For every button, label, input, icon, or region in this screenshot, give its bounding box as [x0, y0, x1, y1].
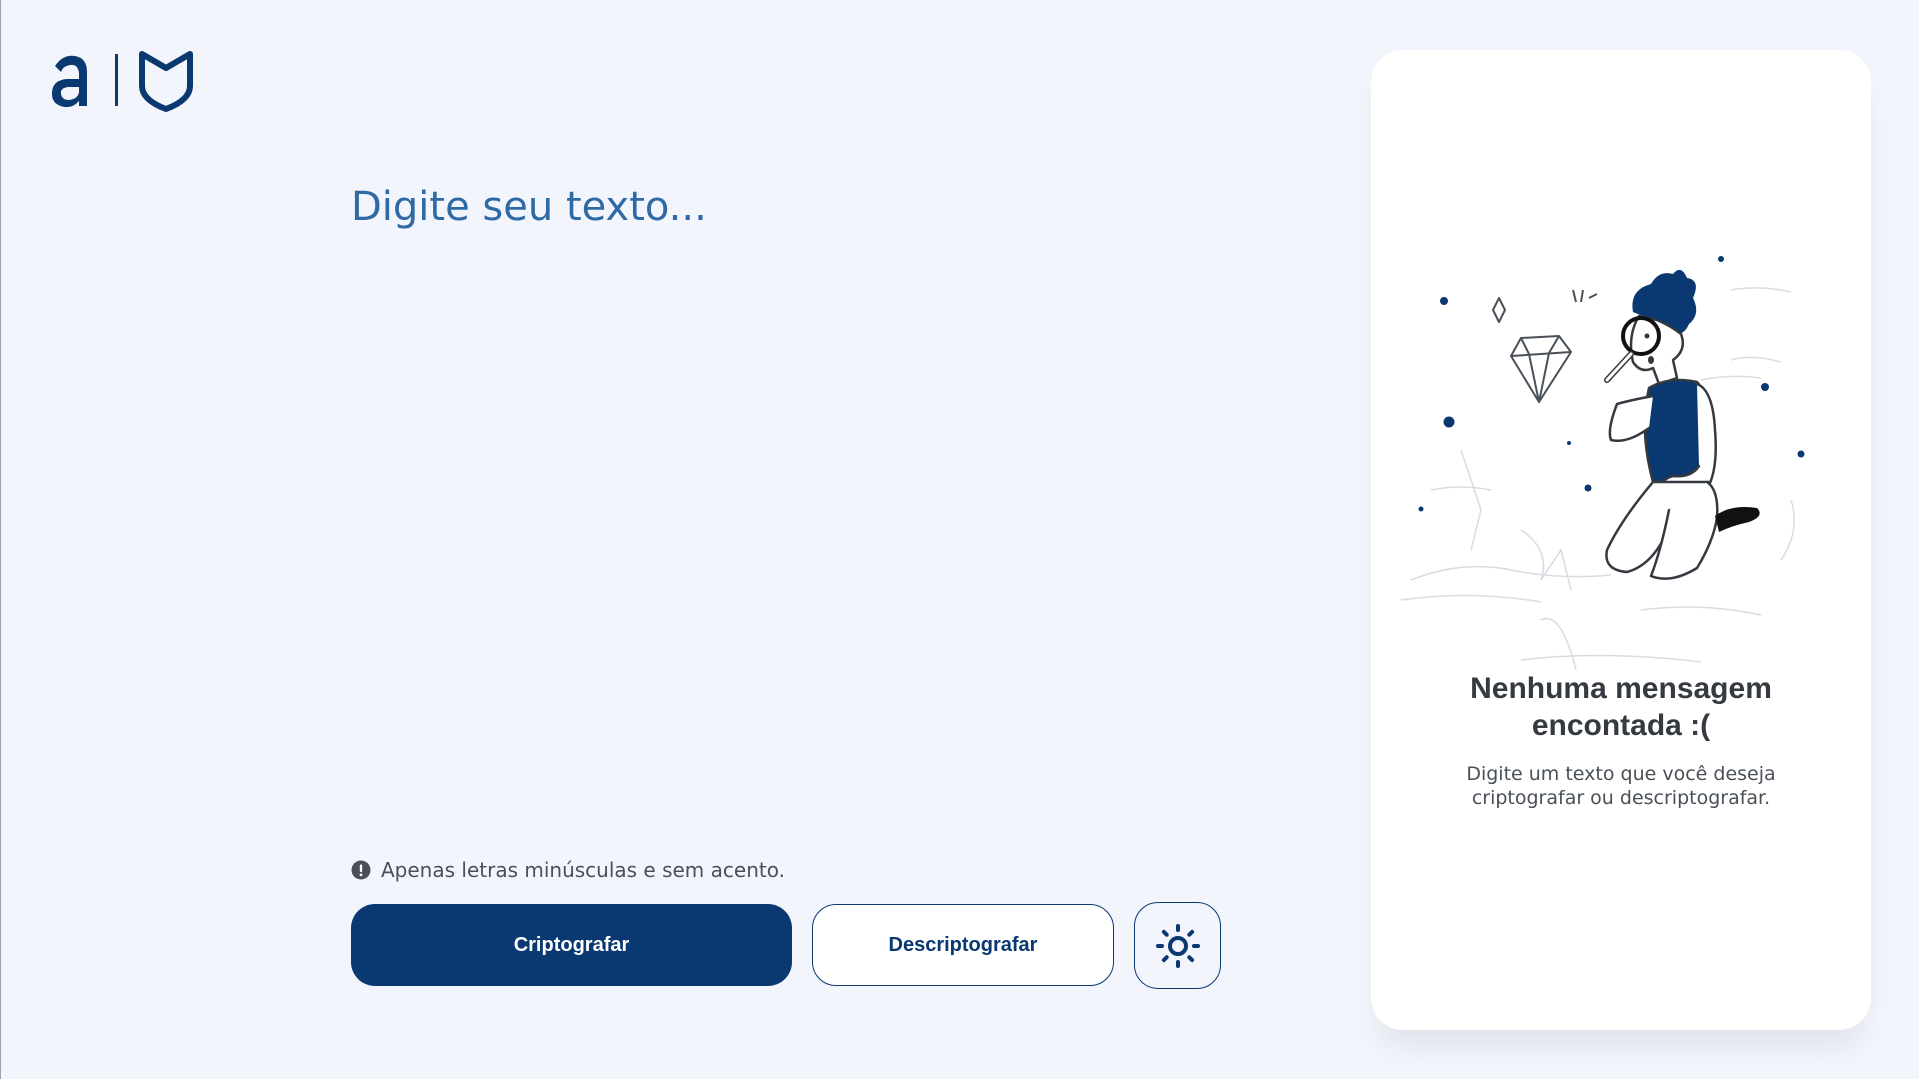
- input-hint: Apenas letras minúsculas e sem acento.: [351, 856, 785, 884]
- alura-logo: [51, 51, 193, 112]
- decrypt-button-label: Descriptografar: [888, 933, 1038, 956]
- encrypt-button-label: Criptografar: [513, 933, 630, 956]
- output-panel: Nenhuma mensagem encontada :( Digite um …: [1371, 50, 1871, 1030]
- decrypt-button[interactable]: Descriptografar: [812, 904, 1114, 986]
- exclamation-circle-icon: [351, 860, 371, 880]
- output-title: Nenhuma mensagem encontada :(: [1470, 672, 1772, 742]
- text-input[interactable]: [351, 184, 1211, 824]
- app-page: Apenas letras minúsculas e sem acento. C…: [0, 0, 1919, 1079]
- theme-toggle-button[interactable]: [1134, 902, 1221, 989]
- hint-text: Apenas letras minúsculas e sem acento.: [381, 858, 785, 882]
- output-description: Digite um texto que você deseja criptogr…: [1466, 763, 1776, 809]
- person-with-magnifier-illustration: [1401, 256, 1805, 671]
- sun-icon: [1155, 923, 1200, 968]
- encrypt-button[interactable]: Criptografar: [351, 904, 792, 986]
